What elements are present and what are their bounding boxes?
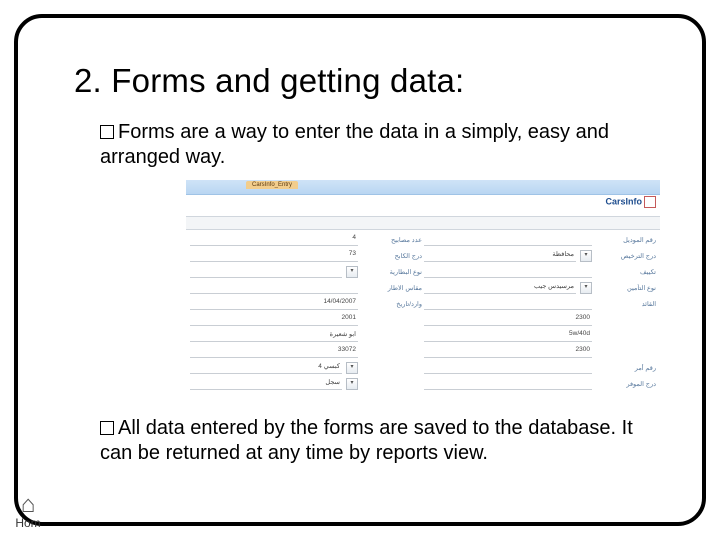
form-logo-text: CarsInfo: [605, 196, 642, 206]
field-input[interactable]: [424, 362, 592, 374]
form-row: ▾ سجل: [190, 376, 422, 392]
field-input[interactable]: 2300: [424, 346, 592, 358]
form-header-strip: [186, 216, 660, 230]
field-label: مقاس الاطار: [362, 284, 422, 292]
form-row: عدد مصابيح 4: [190, 232, 422, 248]
home-label: Hom: [6, 516, 50, 530]
form-row: 5w/40d: [424, 328, 656, 344]
field-input[interactable]: 5w/40d: [424, 330, 592, 342]
form-titlebar: CarsInfo_Entry: [186, 180, 660, 195]
field-label: وارد/تاريخ: [362, 300, 422, 308]
chevron-down-icon[interactable]: ▾: [346, 362, 358, 374]
field-input[interactable]: [424, 378, 592, 390]
home-icon: ⌂: [6, 494, 50, 516]
form-row: نوع التأمين ▾ مرسيدس جيب: [424, 280, 656, 296]
field-input[interactable]: مرسيدس جيب: [424, 282, 576, 294]
form-logo-icon: [644, 196, 656, 208]
form-row: 33072: [190, 344, 422, 360]
chevron-down-icon[interactable]: ▾: [580, 282, 592, 294]
field-label: تكييف: [596, 268, 656, 276]
form-row: 2001: [190, 312, 422, 328]
field-input[interactable]: [424, 298, 592, 310]
field-label: نوع البطارية: [362, 268, 422, 276]
form-row: رقم الموديل: [424, 232, 656, 248]
chevron-down-icon[interactable]: ▾: [346, 266, 358, 278]
field-label: رقم أمر: [596, 364, 656, 372]
field-label: درج الترخيص: [596, 252, 656, 260]
field-input[interactable]: 73: [190, 250, 358, 262]
form-row: نوع البطارية ▾: [190, 264, 422, 280]
form-row: ▾ 4 كبسي: [190, 360, 422, 376]
field-input[interactable]: محافظة: [424, 250, 576, 262]
chevron-down-icon[interactable]: ▾: [580, 250, 592, 262]
form-row: مقاس الاطار: [190, 280, 422, 296]
field-input[interactable]: 2300: [424, 314, 592, 326]
form-row: القائد: [424, 296, 656, 312]
field-input[interactable]: سجل: [190, 378, 342, 390]
field-input[interactable]: 4 كبسي: [190, 362, 342, 374]
checkbox-icon: [100, 125, 114, 139]
field-input[interactable]: 14/04/2007: [190, 298, 358, 310]
bullet-1-text: Forms are a way to enter the data in a s…: [100, 121, 609, 168]
field-input[interactable]: [190, 282, 358, 294]
field-input[interactable]: [424, 266, 592, 278]
form-row: وارد/تاريخ 14/04/2007: [190, 296, 422, 312]
field-input[interactable]: 33072: [190, 346, 358, 358]
field-input[interactable]: ابو شعيرة: [190, 330, 358, 342]
chevron-down-icon[interactable]: ▾: [346, 378, 358, 390]
form-row: 2300: [424, 312, 656, 328]
form-tab: CarsInfo_Entry: [246, 181, 298, 189]
form-row: تكييف: [424, 264, 656, 280]
field-label: القائد: [596, 300, 656, 308]
field-input[interactable]: [424, 234, 592, 246]
form-row: درج الكابح 73: [190, 248, 422, 264]
checkbox-icon: [100, 421, 114, 435]
field-input[interactable]: 4: [190, 234, 358, 246]
bullet-2-text: All data entered by the forms are saved …: [100, 417, 633, 464]
form-row: ابو شعيرة: [190, 328, 422, 344]
field-label: درج الكابح: [362, 252, 422, 260]
home-link[interactable]: ⌂ Hom: [6, 494, 50, 530]
form-row: درج الترخيص ▾ محافظة: [424, 248, 656, 264]
field-input[interactable]: 2001: [190, 314, 358, 326]
field-label: رقم الموديل: [596, 236, 656, 244]
form-row: درج الموفر: [424, 376, 656, 392]
form-row: رقم أمر: [424, 360, 656, 376]
bullet-1: Forms are a way to enter the data in a s…: [100, 120, 650, 170]
field-label: نوع التأمين: [596, 284, 656, 292]
form-logo: CarsInfo: [602, 196, 656, 210]
form-columns: عدد مصابيح 4 درج الكابح 73 نوع البطارية ▾ م…: [190, 232, 656, 388]
bullet-2: All data entered by the forms are saved …: [100, 416, 650, 466]
slide: 2. Forms and getting data: Forms are a w…: [0, 0, 720, 540]
form-row: 2300: [424, 344, 656, 360]
field-label: عدد مصابيح: [362, 236, 422, 244]
field-input[interactable]: [190, 266, 342, 278]
field-label: درج الموفر: [596, 380, 656, 388]
form-col-right: رقم الموديل درج الترخيص ▾ محافظة تكييف نوع…: [424, 232, 656, 388]
form-col-left: عدد مصابيح 4 درج الكابح 73 نوع البطارية ▾ م…: [190, 232, 422, 388]
form-screenshot: CarsInfo_Entry CarsInfo عدد مصابيح 4 درج …: [186, 180, 660, 390]
slide-title: 2. Forms and getting data:: [74, 62, 464, 100]
